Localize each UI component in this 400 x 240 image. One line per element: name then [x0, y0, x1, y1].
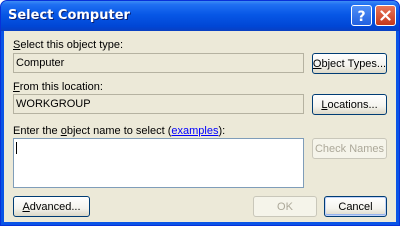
examples-link[interactable]: examples — [171, 125, 218, 137]
text-caret — [16, 142, 17, 154]
location-label: From this location: — [13, 81, 103, 93]
location-field: WORKGROUP — [13, 94, 304, 114]
check-names-button[interactable]: Check Names — [312, 138, 387, 159]
advanced-button[interactable]: Advanced... — [13, 196, 90, 217]
object-type-label: Select this object type: — [13, 39, 124, 51]
locations-button[interactable]: Locations... — [312, 94, 387, 115]
object-name-label: Enter the object name to select (example… — [13, 125, 226, 137]
object-name-input[interactable] — [13, 138, 304, 188]
object-types-button[interactable]: Object Types... — [312, 53, 387, 74]
select-computer-dialog: Select Computer ? Select this object typ… — [0, 0, 400, 226]
object-type-field: Computer — [13, 53, 304, 73]
title-bar[interactable]: Select Computer ? — [1, 1, 399, 31]
ok-button[interactable]: OK — [253, 196, 317, 217]
cancel-button[interactable]: Cancel — [324, 196, 387, 217]
help-button[interactable]: ? — [351, 5, 372, 26]
question-mark-icon: ? — [357, 9, 365, 23]
window-title: Select Computer — [8, 8, 130, 23]
close-button[interactable] — [375, 5, 396, 26]
svg-text:?: ? — [357, 9, 365, 23]
close-icon — [380, 10, 391, 21]
dialog-body: Select this object type: Computer Object… — [4, 31, 396, 222]
